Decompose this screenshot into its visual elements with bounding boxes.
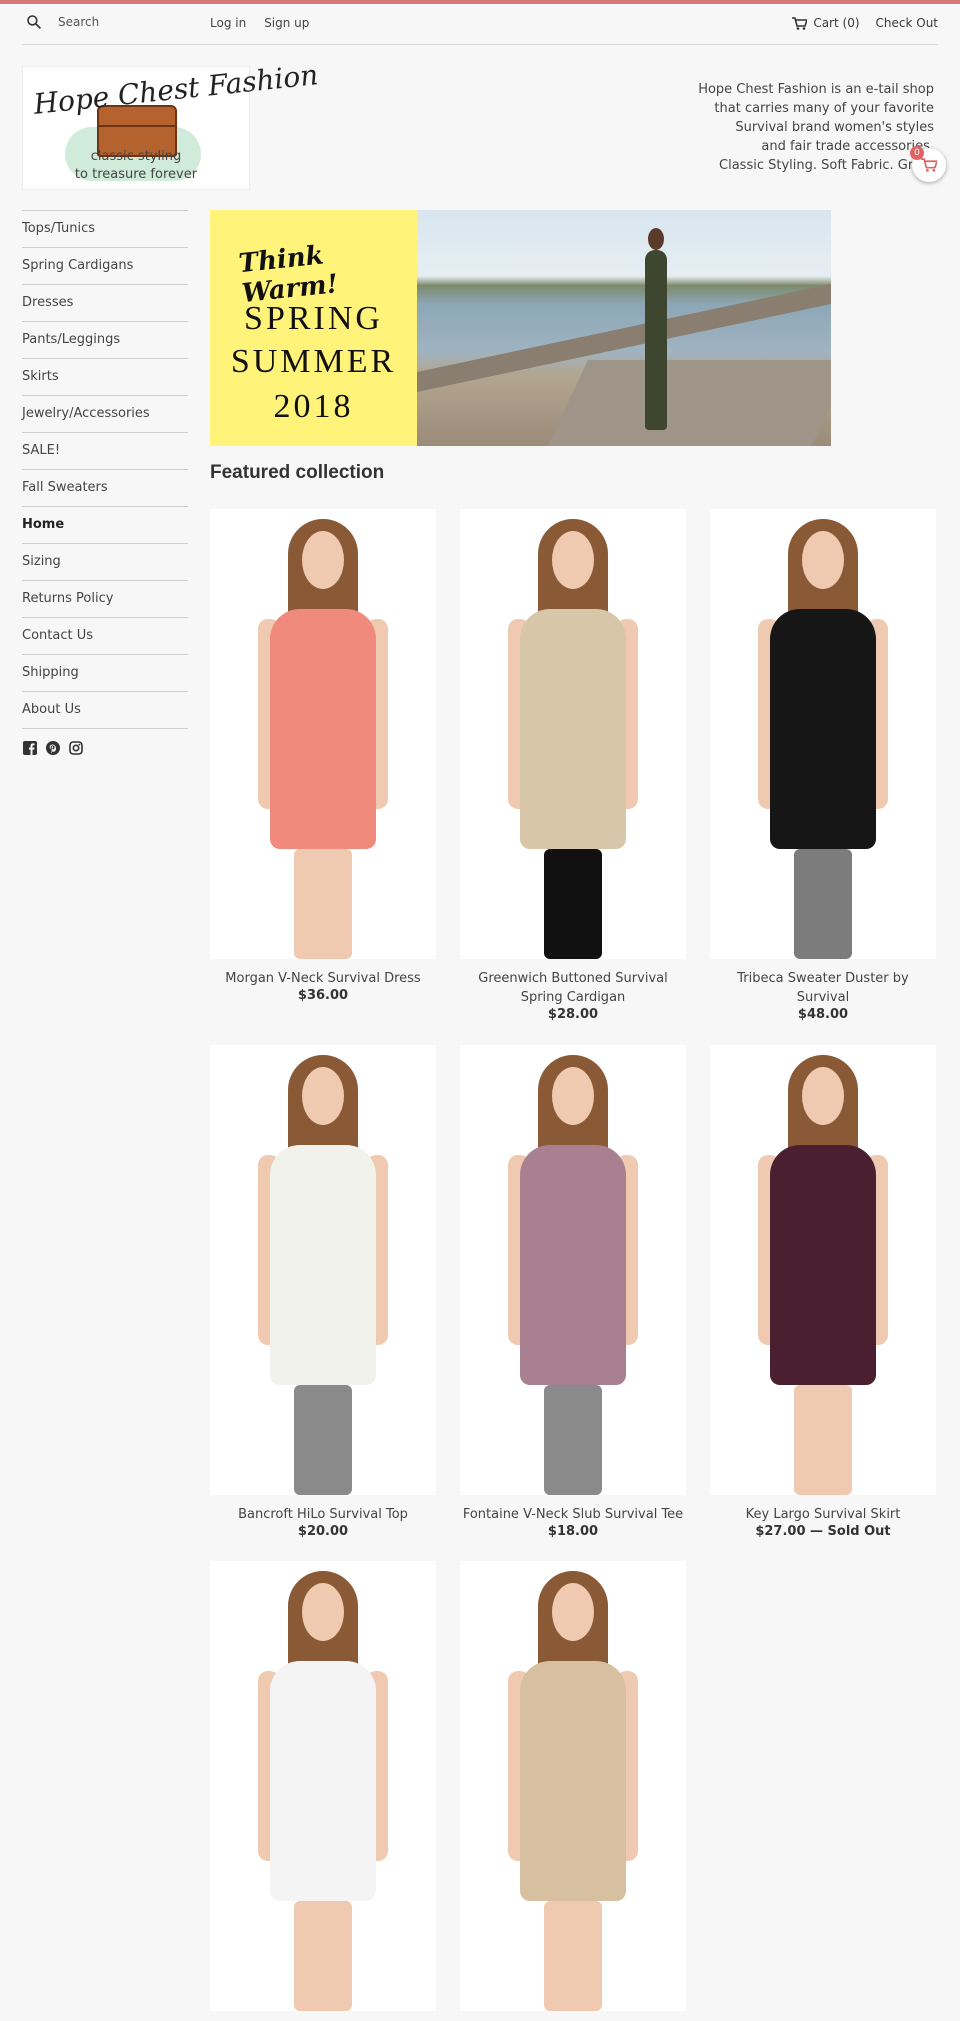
product-card[interactable]: Bancroft HiLo Survival Top $20.00: [210, 1045, 436, 1539]
product-image[interactable]: [210, 1561, 436, 2011]
product-card[interactable]: Fontaine V-Neck Slub Survival Tee $18.00: [460, 1045, 686, 1539]
product-card[interactable]: Tribeca Sweater Duster by Survival $48.00: [710, 509, 936, 1022]
sidebar-item-sale[interactable]: SALE!: [22, 432, 188, 469]
sidebar-item-dresses[interactable]: Dresses: [22, 284, 188, 321]
product-price: $18.00: [547, 1524, 599, 1539]
site-logo[interactable]: Hope Chest Fashion classic styling to tr…: [22, 58, 320, 190]
search-input[interactable]: Search: [58, 15, 99, 29]
banner-line-3: 2018: [273, 388, 354, 425]
banner-think-warm: Think Warm!: [237, 240, 340, 310]
product-image[interactable]: [210, 1045, 436, 1495]
checkout-link[interactable]: Check Out: [876, 16, 938, 30]
banner-photo: [417, 210, 831, 446]
product-card[interactable]: Greenwich Buttoned Survival Spring Cardi…: [460, 509, 686, 1022]
sidebar-item-jewelry-accessories[interactable]: Jewelry/Accessories: [22, 395, 188, 432]
product-title[interactable]: Tribeca Sweater Duster by Survival: [710, 969, 936, 1007]
cart-icon: [792, 16, 808, 30]
banner-line-1: SPRING: [244, 300, 383, 337]
header: Search Log in Sign up Cart (0) Check Out: [22, 4, 938, 45]
product-card[interactable]: [210, 1561, 436, 2021]
product-image[interactable]: [710, 1045, 936, 1495]
sidebar-nav: Tops/Tunics Spring Cardigans Dresses Pants/…: [22, 210, 188, 729]
cart-link[interactable]: Cart (0): [792, 16, 860, 30]
product-card[interactable]: Key Largo Survival Skirt $27.00 — Sold Ou…: [710, 1045, 936, 1539]
sidebar-item-contact-us[interactable]: Contact Us: [22, 617, 188, 654]
sidebar-item-tops-tunics[interactable]: Tops/Tunics: [22, 210, 188, 247]
search-icon[interactable]: [26, 14, 42, 30]
product-card[interactable]: Morgan V-Neck Survival Dress $36.00: [210, 509, 436, 1003]
product-image[interactable]: [460, 1045, 686, 1495]
product-image[interactable]: [710, 509, 936, 959]
social-links: [22, 740, 83, 755]
facebook-icon[interactable]: [22, 740, 37, 755]
product-price: $27.00 — Sold Out: [755, 1524, 891, 1539]
product-image[interactable]: [210, 509, 436, 959]
product-price: $28.00: [547, 1007, 599, 1022]
product-card[interactable]: [460, 1561, 686, 2021]
product-price: $36.00: [297, 988, 349, 1003]
sidebar-item-about-us[interactable]: About Us: [22, 691, 188, 729]
sidebar-item-sizing[interactable]: Sizing: [22, 543, 188, 580]
product-price: $20.00: [297, 1524, 349, 1539]
pinterest-icon[interactable]: [45, 740, 60, 755]
product-title[interactable]: Bancroft HiLo Survival Top: [210, 1505, 436, 1524]
logo-subtitle-1: classic styling: [90, 149, 182, 164]
product-title[interactable]: Greenwich Buttoned Survival Spring Cardi…: [460, 969, 686, 1007]
sidebar-item-shipping[interactable]: Shipping: [22, 654, 188, 691]
floating-cart-button[interactable]: 0: [910, 146, 946, 182]
cart-icon: [921, 158, 937, 172]
sidebar-item-skirts[interactable]: Skirts: [22, 358, 188, 395]
signup-link[interactable]: Sign up: [264, 16, 309, 30]
logo-subtitle-2: to treasure forever: [74, 167, 198, 182]
cart-count-badge: 0: [910, 146, 924, 160]
banner-text-panel: Think Warm! SPRING SUMMER 2018: [210, 210, 417, 446]
sidebar-item-pants-leggings[interactable]: Pants/Leggings: [22, 321, 188, 358]
sidebar-item-fall-sweaters[interactable]: Fall Sweaters: [22, 469, 188, 506]
product-title[interactable]: Morgan V-Neck Survival Dress: [210, 969, 436, 988]
product-price: $48.00: [797, 1007, 849, 1022]
cart-label: Cart (0): [813, 16, 860, 30]
login-link[interactable]: Log in: [210, 16, 246, 30]
hero-banner[interactable]: Think Warm! SPRING SUMMER 2018: [210, 210, 831, 446]
featured-collection-heading: Featured collection: [210, 462, 385, 483]
search-form[interactable]: Search: [26, 14, 99, 30]
product-image[interactable]: [460, 509, 686, 959]
product-title[interactable]: Fontaine V-Neck Slub Survival Tee: [460, 1505, 686, 1524]
banner-line-2: SUMMER: [230, 343, 397, 380]
sidebar-item-returns-policy[interactable]: Returns Policy: [22, 580, 188, 617]
product-image[interactable]: [460, 1561, 686, 2011]
product-title[interactable]: Key Largo Survival Skirt: [710, 1505, 936, 1524]
sidebar-item-spring-cardigans[interactable]: Spring Cardigans: [22, 247, 188, 284]
instagram-icon[interactable]: [68, 740, 83, 755]
store-tagline: Hope Chest Fashion is an e-tail shop tha…: [698, 82, 934, 173]
sidebar-item-home[interactable]: Home: [22, 506, 188, 543]
